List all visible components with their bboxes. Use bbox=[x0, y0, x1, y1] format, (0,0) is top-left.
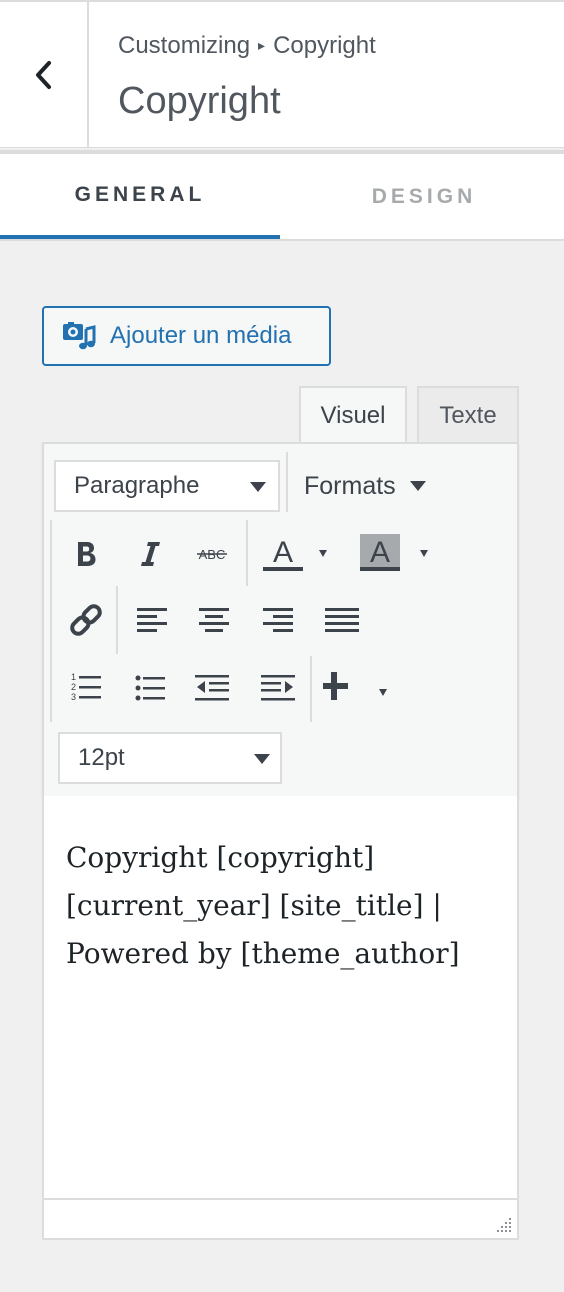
numbered-list-button[interactable]: 1 2 3 bbox=[60, 662, 112, 714]
align-right-button[interactable] bbox=[252, 594, 304, 646]
caret-down-icon bbox=[409, 481, 426, 491]
align-justify-icon bbox=[325, 608, 359, 632]
italic-icon bbox=[141, 542, 160, 566]
bold-icon bbox=[78, 542, 96, 566]
italic-button[interactable] bbox=[124, 528, 176, 580]
copyright-text: Copyright [copyright] [current_year] [si… bbox=[66, 841, 460, 970]
toolbar-divider bbox=[246, 520, 248, 586]
media-icon bbox=[63, 322, 96, 350]
editor-content[interactable]: Copyright [copyright] [current_year] [si… bbox=[42, 796, 519, 1200]
add-media-button[interactable]: Ajouter un média bbox=[42, 306, 331, 366]
strikethrough-button[interactable]: ABC bbox=[186, 528, 238, 580]
align-left-button[interactable] bbox=[126, 594, 178, 646]
chevron-left-icon bbox=[35, 61, 51, 89]
block-format-select[interactable]: Paragraphe bbox=[54, 460, 280, 512]
editor-toolbar: Paragraphe Formats ABC A A 1 2 3 12pt bbox=[42, 442, 519, 798]
svg-text:A: A bbox=[273, 536, 293, 569]
link-icon bbox=[70, 604, 102, 636]
caret-down-icon bbox=[254, 754, 270, 764]
customizer-header: Customizing ▸ Copyright Copyright bbox=[0, 0, 564, 148]
text-mode-tab[interactable]: Texte bbox=[417, 386, 519, 444]
font-size-select[interactable]: 12pt bbox=[58, 732, 282, 784]
align-left-icon bbox=[137, 608, 167, 632]
align-justify-button[interactable] bbox=[316, 594, 368, 646]
svg-text:A: A bbox=[370, 536, 390, 569]
toolbar-divider bbox=[310, 656, 312, 722]
add-media-label: Ajouter un média bbox=[110, 322, 292, 349]
indent-icon bbox=[261, 675, 295, 701]
svg-text:2: 2 bbox=[71, 682, 76, 692]
section-tabs: GENERAL DESIGN bbox=[0, 154, 564, 241]
outdent-icon bbox=[195, 675, 229, 701]
page-title: Copyright bbox=[118, 80, 281, 122]
font-size-value: 12pt bbox=[78, 744, 125, 771]
toolbar-divider bbox=[286, 452, 288, 512]
indent-button[interactable] bbox=[252, 662, 304, 714]
toolbar-divider bbox=[50, 520, 52, 662]
toolbar-divider bbox=[50, 660, 52, 722]
tab-general[interactable]: GENERAL bbox=[0, 154, 280, 239]
breadcrumb-separator: ▸ bbox=[258, 37, 266, 53]
svg-text:3: 3 bbox=[71, 692, 76, 702]
caret-down-icon bbox=[250, 482, 266, 492]
bold-button[interactable] bbox=[60, 528, 112, 580]
align-right-icon bbox=[263, 608, 293, 632]
editor-statusbar bbox=[42, 1198, 519, 1240]
bullet-list-button[interactable] bbox=[124, 662, 176, 714]
tab-design[interactable]: DESIGN bbox=[284, 154, 564, 239]
formats-menu[interactable]: Formats bbox=[304, 460, 426, 512]
link-button[interactable] bbox=[60, 594, 112, 646]
text-color-icon: A bbox=[263, 536, 327, 571]
strikethrough-icon: ABC bbox=[197, 547, 227, 562]
bullet-list-icon bbox=[135, 675, 165, 701]
insert-menu-button[interactable] bbox=[320, 660, 396, 712]
align-center-button[interactable] bbox=[188, 594, 240, 646]
visual-mode-tab[interactable]: Visuel bbox=[299, 386, 407, 444]
breadcrumb: Customizing ▸ Copyright bbox=[118, 32, 376, 60]
breadcrumb-current: Copyright bbox=[273, 32, 376, 59]
block-format-value: Paragraphe bbox=[74, 472, 200, 499]
background-color-icon: A bbox=[360, 534, 428, 571]
resize-handle-icon[interactable] bbox=[493, 1214, 513, 1234]
back-button[interactable] bbox=[0, 2, 89, 148]
toolbar-divider bbox=[116, 586, 118, 654]
insert-plus-icon bbox=[323, 672, 387, 700]
background-color-button[interactable]: A bbox=[356, 528, 436, 580]
text-color-button[interactable]: A bbox=[254, 528, 334, 580]
formats-label: Formats bbox=[304, 471, 396, 500]
breadcrumb-parent: Customizing bbox=[118, 32, 251, 59]
align-center-icon bbox=[199, 608, 229, 632]
svg-text:1: 1 bbox=[71, 672, 76, 682]
numbered-list-icon: 1 2 3 bbox=[71, 672, 101, 702]
outdent-button[interactable] bbox=[186, 662, 238, 714]
